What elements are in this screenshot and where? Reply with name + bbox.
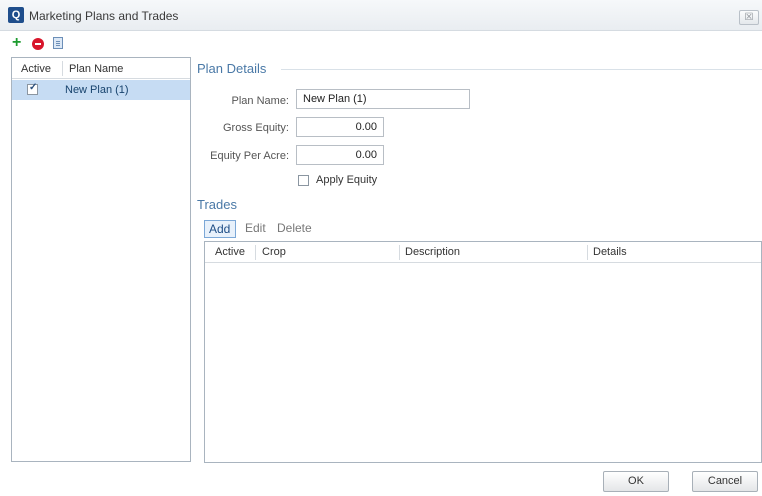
edit-trade-button[interactable]: Edit [241,220,270,238]
plan-toolbar: + [0,31,762,56]
trades-column-divider[interactable] [255,245,256,260]
close-button[interactable]: ☒ [739,10,759,25]
trades-column-divider[interactable] [587,245,588,260]
plan-name-field[interactable]: New Plan (1) [296,89,470,109]
title-bar: Q Marketing Plans and Trades ☒ [0,0,762,31]
apply-equity-checkbox[interactable] [298,175,309,186]
gross-equity-field[interactable]: 0.00 [296,117,384,137]
equity-per-acre-field[interactable]: 0.00 [296,145,384,165]
cancel-button[interactable]: Cancel [692,471,758,492]
trades-column-crop[interactable]: Crop [262,246,286,258]
equity-per-acre-label: Equity Per Acre: [210,150,289,162]
plan-active-checkbox[interactable] [27,82,38,95]
plan-name: New Plan (1) [65,84,129,96]
trades-column-description[interactable]: Description [405,246,460,258]
trades-grid[interactable]: Active Crop Description Details [204,241,762,463]
apply-equity-label[interactable]: Apply Equity [316,174,377,186]
plan-details-divider [281,69,762,70]
plan-list[interactable]: Active Plan Name New Plan (1) [11,57,191,462]
trades-column-active[interactable]: Active [215,246,245,258]
plan-row[interactable]: New Plan (1) [12,80,190,100]
plan-column-divider[interactable] [62,61,63,76]
window-title: Marketing Plans and Trades [29,9,179,23]
plan-details-title: Plan Details [197,61,267,76]
trades-column-divider[interactable] [399,245,400,260]
app-icon: Q [8,7,24,23]
plan-column-active[interactable]: Active [21,63,51,75]
copy-plan-icon[interactable] [53,37,63,49]
delete-trade-button[interactable]: Delete [273,220,316,238]
trades-title: Trades [197,197,237,212]
add-plan-icon[interactable]: + [12,35,26,51]
ok-button[interactable]: OK [603,471,669,492]
add-trade-button[interactable]: Add [204,220,236,238]
remove-plan-icon[interactable] [32,38,44,50]
plan-name-label: Plan Name: [231,95,289,107]
trades-column-details[interactable]: Details [593,246,627,258]
plan-list-header: Active Plan Name [12,58,190,79]
trades-grid-header: Active Crop Description Details [205,242,761,263]
gross-equity-label: Gross Equity: [222,122,289,134]
plan-column-name[interactable]: Plan Name [69,63,123,75]
